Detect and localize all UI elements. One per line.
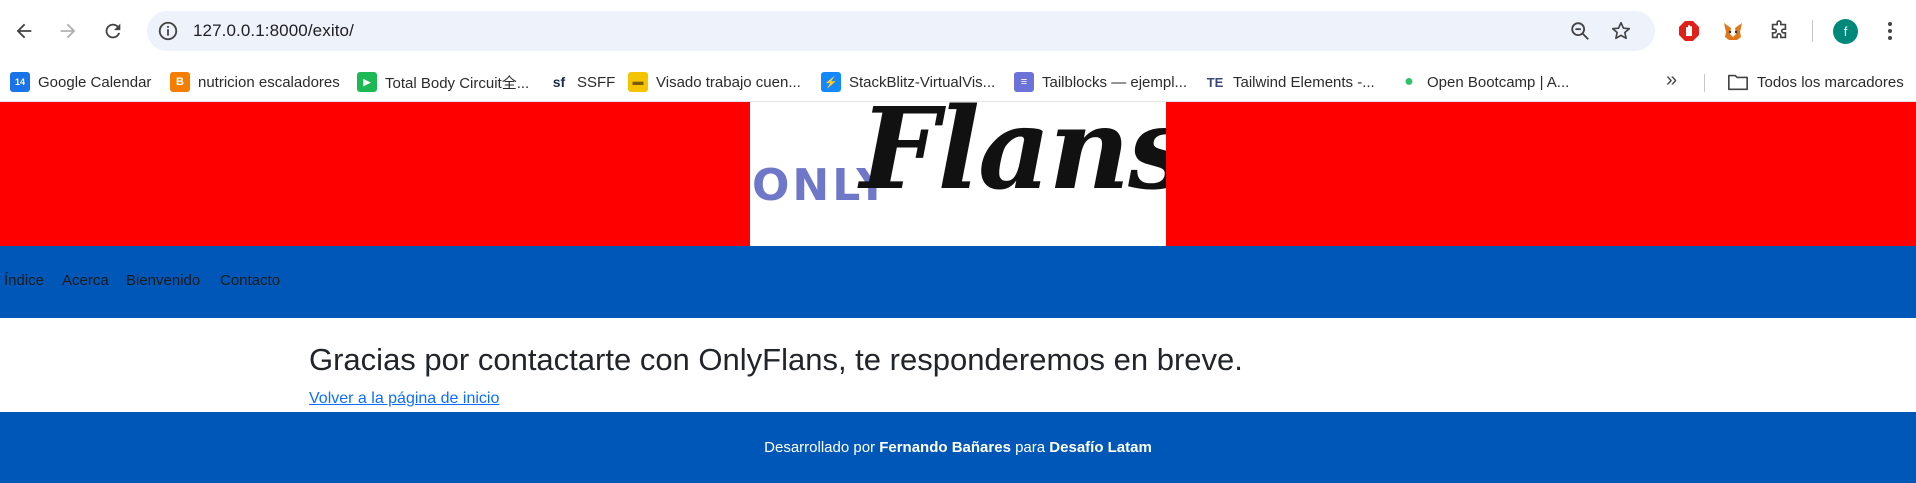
- extensions-puzzle-icon[interactable]: [1766, 18, 1792, 44]
- bookmark-star-icon[interactable]: [1610, 20, 1632, 42]
- bookmark-tailwind-elements[interactable]: TE Tailwind Elements -...: [1205, 69, 1375, 95]
- bookmark-label: StackBlitz-VirtualVis...: [849, 73, 996, 91]
- footer-middle: para: [1015, 439, 1046, 456]
- bookmark-stackblitz[interactable]: ⚡ StackBlitz-VirtualVis...: [821, 69, 995, 95]
- home-link[interactable]: Volver a la página de inicio: [309, 390, 499, 408]
- address-bar[interactable]: 127.0.0.1:8000/exito/: [147, 11, 1655, 51]
- arrow-right-icon: [60, 23, 76, 39]
- all-bookmarks-label: Todos los marcadores: [1757, 73, 1904, 91]
- browser-toolbar: 127.0.0.1:8000/exito/ f: [0, 0, 1916, 62]
- bookmark-label: SSFF: [577, 73, 616, 91]
- bookmark-label: Tailblocks — ejempl...: [1042, 73, 1188, 91]
- bookmark-label: Google Calendar: [38, 73, 152, 91]
- site-info-icon[interactable]: [157, 20, 179, 42]
- all-bookmarks-folder[interactable]: Todos los marcadores: [1727, 69, 1904, 95]
- reload-icon: [105, 23, 121, 39]
- tailblocks-icon: ≡: [1014, 72, 1034, 92]
- arrow-left-icon: [16, 23, 32, 39]
- site-nav: Índice Acerca Bienvenido Contacto: [0, 246, 1916, 318]
- bookmark-label: Total Body Circuit全...: [385, 74, 530, 92]
- browser-menu-button[interactable]: [1877, 18, 1903, 44]
- nav-link-indice[interactable]: Índice: [4, 272, 44, 289]
- url-text[interactable]: 127.0.0.1:8000/exito/: [193, 21, 354, 41]
- bookmark-label: Visado trabajo cuen...: [656, 73, 801, 91]
- bookmark-label: nutricion escaladores: [198, 73, 340, 91]
- menu-dot: [1888, 36, 1892, 40]
- bookmark-open-bootcamp[interactable]: ● Open Bootcamp | A...: [1399, 69, 1569, 95]
- back-button[interactable]: [9, 13, 39, 49]
- onlyflans-logo[interactable]: ONLY Flans: [750, 102, 1166, 246]
- bookmarks-bar: 14 Google Calendar B nutricion escalador…: [0, 62, 1916, 102]
- video-icon: ▶: [357, 72, 377, 92]
- zoom-out-icon[interactable]: [1569, 20, 1591, 42]
- menu-dot: [1888, 22, 1892, 26]
- bookmarks-separator: [1704, 74, 1705, 92]
- tailwind-elements-icon: TE: [1205, 72, 1225, 92]
- sf-icon: sf: [549, 72, 569, 92]
- nav-link-bienvenido[interactable]: Bienvenido: [126, 272, 200, 289]
- page-title: Gracias por contactarte con OnlyFlans, t…: [309, 342, 1243, 377]
- bookmark-google-calendar[interactable]: 14 Google Calendar: [10, 69, 151, 95]
- footer-org: Desafío Latam: [1049, 439, 1152, 456]
- bookmark-total-body[interactable]: ▶ Total Body Circuit全...: [357, 69, 529, 95]
- blogger-icon: B: [170, 72, 190, 92]
- footer-author: Fernando Bañares: [879, 439, 1011, 456]
- forward-button[interactable]: [53, 13, 83, 49]
- main-content: Gracias por contactarte con OnlyFlans, t…: [0, 318, 1916, 412]
- bookmark-label: Tailwind Elements -...: [1233, 73, 1375, 91]
- bookmark-nutricion[interactable]: B nutricion escaladores: [170, 69, 340, 95]
- nav-link-contacto[interactable]: Contacto: [220, 272, 280, 289]
- document-icon: ▬: [628, 72, 648, 92]
- logo-flans-text: Flans: [860, 102, 1166, 215]
- toolbar-separator: [1812, 20, 1813, 42]
- profile-avatar[interactable]: f: [1833, 19, 1858, 44]
- reload-button[interactable]: [98, 13, 128, 49]
- site-header: ONLY Flans: [0, 102, 1916, 246]
- menu-dot: [1888, 29, 1892, 33]
- nav-link-acerca[interactable]: Acerca: [62, 272, 109, 289]
- calendar-icon: 14: [10, 72, 30, 92]
- stackblitz-icon: ⚡: [821, 72, 841, 92]
- adblock-extension-icon[interactable]: [1676, 18, 1702, 44]
- footer-prefix: Desarrollado por: [764, 439, 876, 456]
- bookmark-tailblocks[interactable]: ≡ Tailblocks — ejempl...: [1014, 69, 1187, 95]
- bookmark-ssff[interactable]: sf SSFF: [549, 69, 615, 95]
- bookmark-visado[interactable]: ▬ Visado trabajo cuen...: [628, 69, 801, 95]
- metamask-extension-icon[interactable]: [1720, 18, 1746, 44]
- bookmark-label: Open Bootcamp | A...: [1427, 73, 1570, 91]
- site-footer: Desarrollado por Fernando Bañares para D…: [0, 412, 1916, 483]
- bootcamp-icon: ●: [1399, 72, 1419, 92]
- more-bookmarks-chevron-icon[interactable]: »: [1666, 69, 1677, 92]
- folder-icon: [1728, 74, 1748, 91]
